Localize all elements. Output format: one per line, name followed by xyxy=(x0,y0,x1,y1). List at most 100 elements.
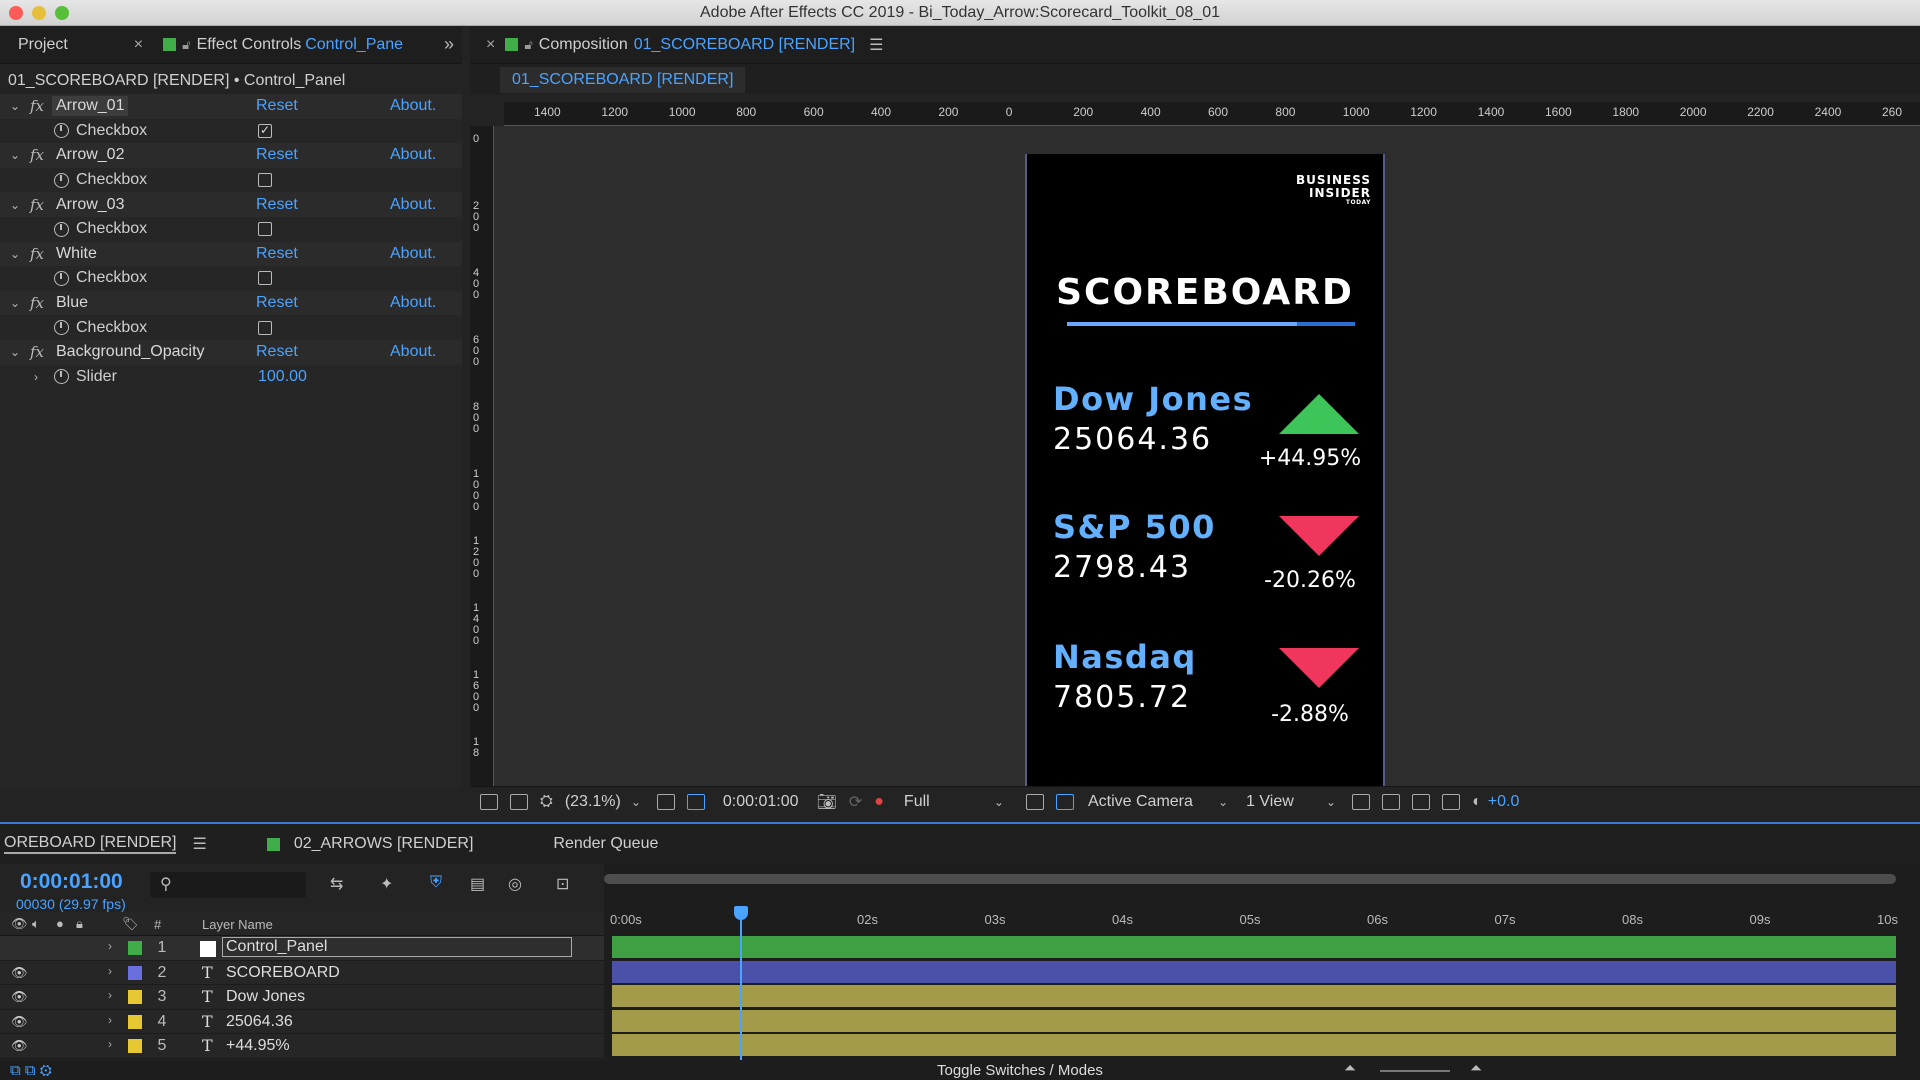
about-button[interactable]: About. xyxy=(390,343,436,361)
region-of-interest-icon[interactable] xyxy=(656,793,675,810)
work-area-bar[interactable] xyxy=(604,874,1896,884)
lock-icon[interactable]: 🔓︎ xyxy=(182,37,190,53)
lock-icon[interactable]: 🔓︎ xyxy=(524,37,532,53)
fx-icon[interactable]: fx xyxy=(30,196,52,214)
exposure-value[interactable]: +0.0 xyxy=(1488,793,1520,811)
layer-name-header[interactable]: Layer Name xyxy=(202,917,273,932)
stopwatch-icon[interactable] xyxy=(54,172,69,188)
fx-icon[interactable]: fx xyxy=(30,343,52,361)
layer-duration-bar[interactable] xyxy=(612,985,1896,1007)
current-time-field[interactable]: 0:00:01:00 xyxy=(723,793,799,811)
effect-row-background-opacity[interactable]: ⌄ fx Background_Opacity Reset About. xyxy=(0,339,462,365)
color-channels-icon[interactable]: ● xyxy=(874,793,884,811)
hide-shy-layers-icon[interactable]: ⛨ xyxy=(430,874,442,892)
zoom-slider[interactable] xyxy=(1380,1070,1450,1072)
stopwatch-icon[interactable] xyxy=(54,221,69,237)
about-button[interactable]: About. xyxy=(390,97,436,115)
chevron-right-icon[interactable]: › xyxy=(108,1037,112,1051)
checkbox-checked[interactable]: ✓ xyxy=(258,123,272,138)
comp-mini-flowchart-icon[interactable]: ⇆ xyxy=(330,874,343,894)
chevron-right-icon[interactable]: › xyxy=(108,964,112,978)
layer-label-color[interactable] xyxy=(128,1014,142,1029)
chevron-down-icon[interactable]: ⌄ xyxy=(1326,795,1336,809)
camera-snapshot-icon[interactable]: 📷︎ xyxy=(817,792,837,812)
layer-row[interactable]: 👁︎ › 5 T +44.95% xyxy=(0,1034,604,1059)
flowchart-icon[interactable] xyxy=(1442,793,1461,810)
zoom-dropdown[interactable]: (23.1%) xyxy=(565,793,621,811)
layer-name[interactable]: 25064.36 xyxy=(226,1013,293,1031)
timeline-graph[interactable]: 0:00s 02s 03s 04s 05s 06s 07s 08s 09s 10s xyxy=(604,864,1920,1080)
fx-icon[interactable]: fx xyxy=(30,294,52,312)
chevron-down-icon[interactable]: ⌄ xyxy=(10,345,24,359)
stopwatch-icon[interactable] xyxy=(54,320,69,336)
panel-menu-icon[interactable]: ☰ xyxy=(869,35,883,55)
layer-label-color[interactable] xyxy=(128,965,142,980)
panel-menu-icon[interactable]: ☰ xyxy=(192,834,206,854)
always-preview-icon[interactable] xyxy=(480,793,498,810)
layer-duration-bar[interactable] xyxy=(612,1034,1896,1056)
layer-row[interactable]: › 1 Control_Panel xyxy=(0,936,604,961)
stopwatch-icon[interactable] xyxy=(54,369,69,385)
close-tab-icon[interactable]: × xyxy=(134,36,143,54)
reset-button[interactable]: Reset xyxy=(256,343,298,361)
toggle-pixel-aspect-icon[interactable] xyxy=(1352,793,1371,810)
effect-name[interactable]: Blue xyxy=(52,293,92,313)
reset-exposure-icon[interactable] xyxy=(1382,793,1401,810)
chevron-down-icon[interactable]: ⌄ xyxy=(10,99,24,113)
visibility-eye-icon[interactable]: 👁︎ xyxy=(11,989,28,1005)
chevron-right-icon[interactable]: › xyxy=(34,370,38,384)
slider-value[interactable]: 100.00 xyxy=(258,368,307,386)
toggle-transparency-icon[interactable] xyxy=(1055,793,1074,810)
panel-overflow-icon[interactable]: » xyxy=(444,34,454,55)
layer-duration-bar[interactable] xyxy=(612,1009,1896,1032)
exposure-icon[interactable]: ◐ xyxy=(1472,793,1482,811)
tab-timeline-arrows[interactable]: 02_ARROWS [RENDER] xyxy=(257,824,484,864)
playhead-handle[interactable] xyxy=(734,906,748,920)
reset-button[interactable]: Reset xyxy=(256,146,298,164)
draft-3d-icon[interactable]: ✦ xyxy=(380,874,393,894)
checkbox[interactable] xyxy=(258,320,272,335)
about-button[interactable]: About. xyxy=(390,294,436,312)
checkbox[interactable] xyxy=(258,222,272,237)
effect-name[interactable]: White xyxy=(52,244,101,264)
layer-row[interactable]: 👁︎ › 2 T SCOREBOARD xyxy=(0,960,604,985)
chevron-down-icon[interactable]: ⌄ xyxy=(10,296,24,310)
playhead[interactable] xyxy=(740,908,742,1080)
fx-icon[interactable]: fx xyxy=(30,146,52,164)
graph-editor-icon[interactable]: ⊡ xyxy=(556,874,569,894)
tab-render-queue[interactable]: Render Queue xyxy=(543,824,668,864)
layer-row[interactable]: 👁︎ › 4 T 25064.36 xyxy=(0,1009,604,1034)
tab-composition[interactable]: 🔓︎ Composition 01_SCOREBOARD [RENDER] ☰ xyxy=(495,26,893,63)
layer-duration-bar[interactable] xyxy=(612,936,1896,958)
layer-label-color[interactable] xyxy=(128,941,142,955)
effect-row-arrow-03[interactable]: ⌄ fx Arrow_03 Reset About. xyxy=(0,192,462,217)
reset-button[interactable]: Reset xyxy=(256,294,298,312)
chevron-right-icon[interactable]: › xyxy=(108,1013,112,1027)
tab-effect-controls[interactable]: 🔓︎ Effect Controls Control_Pane xyxy=(153,26,413,63)
checkbox[interactable] xyxy=(258,173,272,188)
effect-name[interactable]: Background_Opacity xyxy=(52,342,209,362)
close-tab-icon[interactable]: × xyxy=(486,36,495,54)
comp-subtab[interactable]: 01_SCOREBOARD [RENDER] xyxy=(500,67,746,93)
layer-label-color[interactable] xyxy=(128,990,142,1004)
visibility-eye-icon[interactable]: 👁︎ xyxy=(11,1038,28,1054)
chevron-down-icon[interactable]: ⌄ xyxy=(10,198,24,212)
effect-row-white[interactable]: ⌄ fx White Reset About. xyxy=(0,241,462,267)
timeline-icon[interactable] xyxy=(1412,793,1431,810)
about-button[interactable]: About. xyxy=(390,245,436,263)
chevron-down-icon[interactable]: ⌄ xyxy=(631,795,641,809)
effect-name[interactable]: Arrow_03 xyxy=(52,195,128,215)
visibility-eye-icon[interactable]: 👁︎ xyxy=(11,1014,28,1030)
zoom-in-icon[interactable]: ⏶ xyxy=(1470,1060,1482,1077)
resolution-dropdown[interactable]: Full xyxy=(904,793,994,811)
about-button[interactable]: About. xyxy=(390,196,436,214)
monitor-icon[interactable] xyxy=(510,793,528,810)
layer-label-color[interactable] xyxy=(128,1039,142,1053)
about-button[interactable]: About. xyxy=(390,146,436,164)
layer-duration-bar[interactable] xyxy=(612,960,1896,983)
show-snapshot-icon[interactable]: ⟳ xyxy=(849,792,862,812)
camera-dropdown[interactable]: Active Camera xyxy=(1088,793,1218,811)
chevron-down-icon[interactable]: ⌄ xyxy=(1218,795,1228,809)
tab-timeline-scoreboard[interactable]: OREBOARD [RENDER] ☰ xyxy=(0,824,217,864)
layer-row[interactable]: 👁︎ › 3 T Dow Jones xyxy=(0,985,604,1010)
